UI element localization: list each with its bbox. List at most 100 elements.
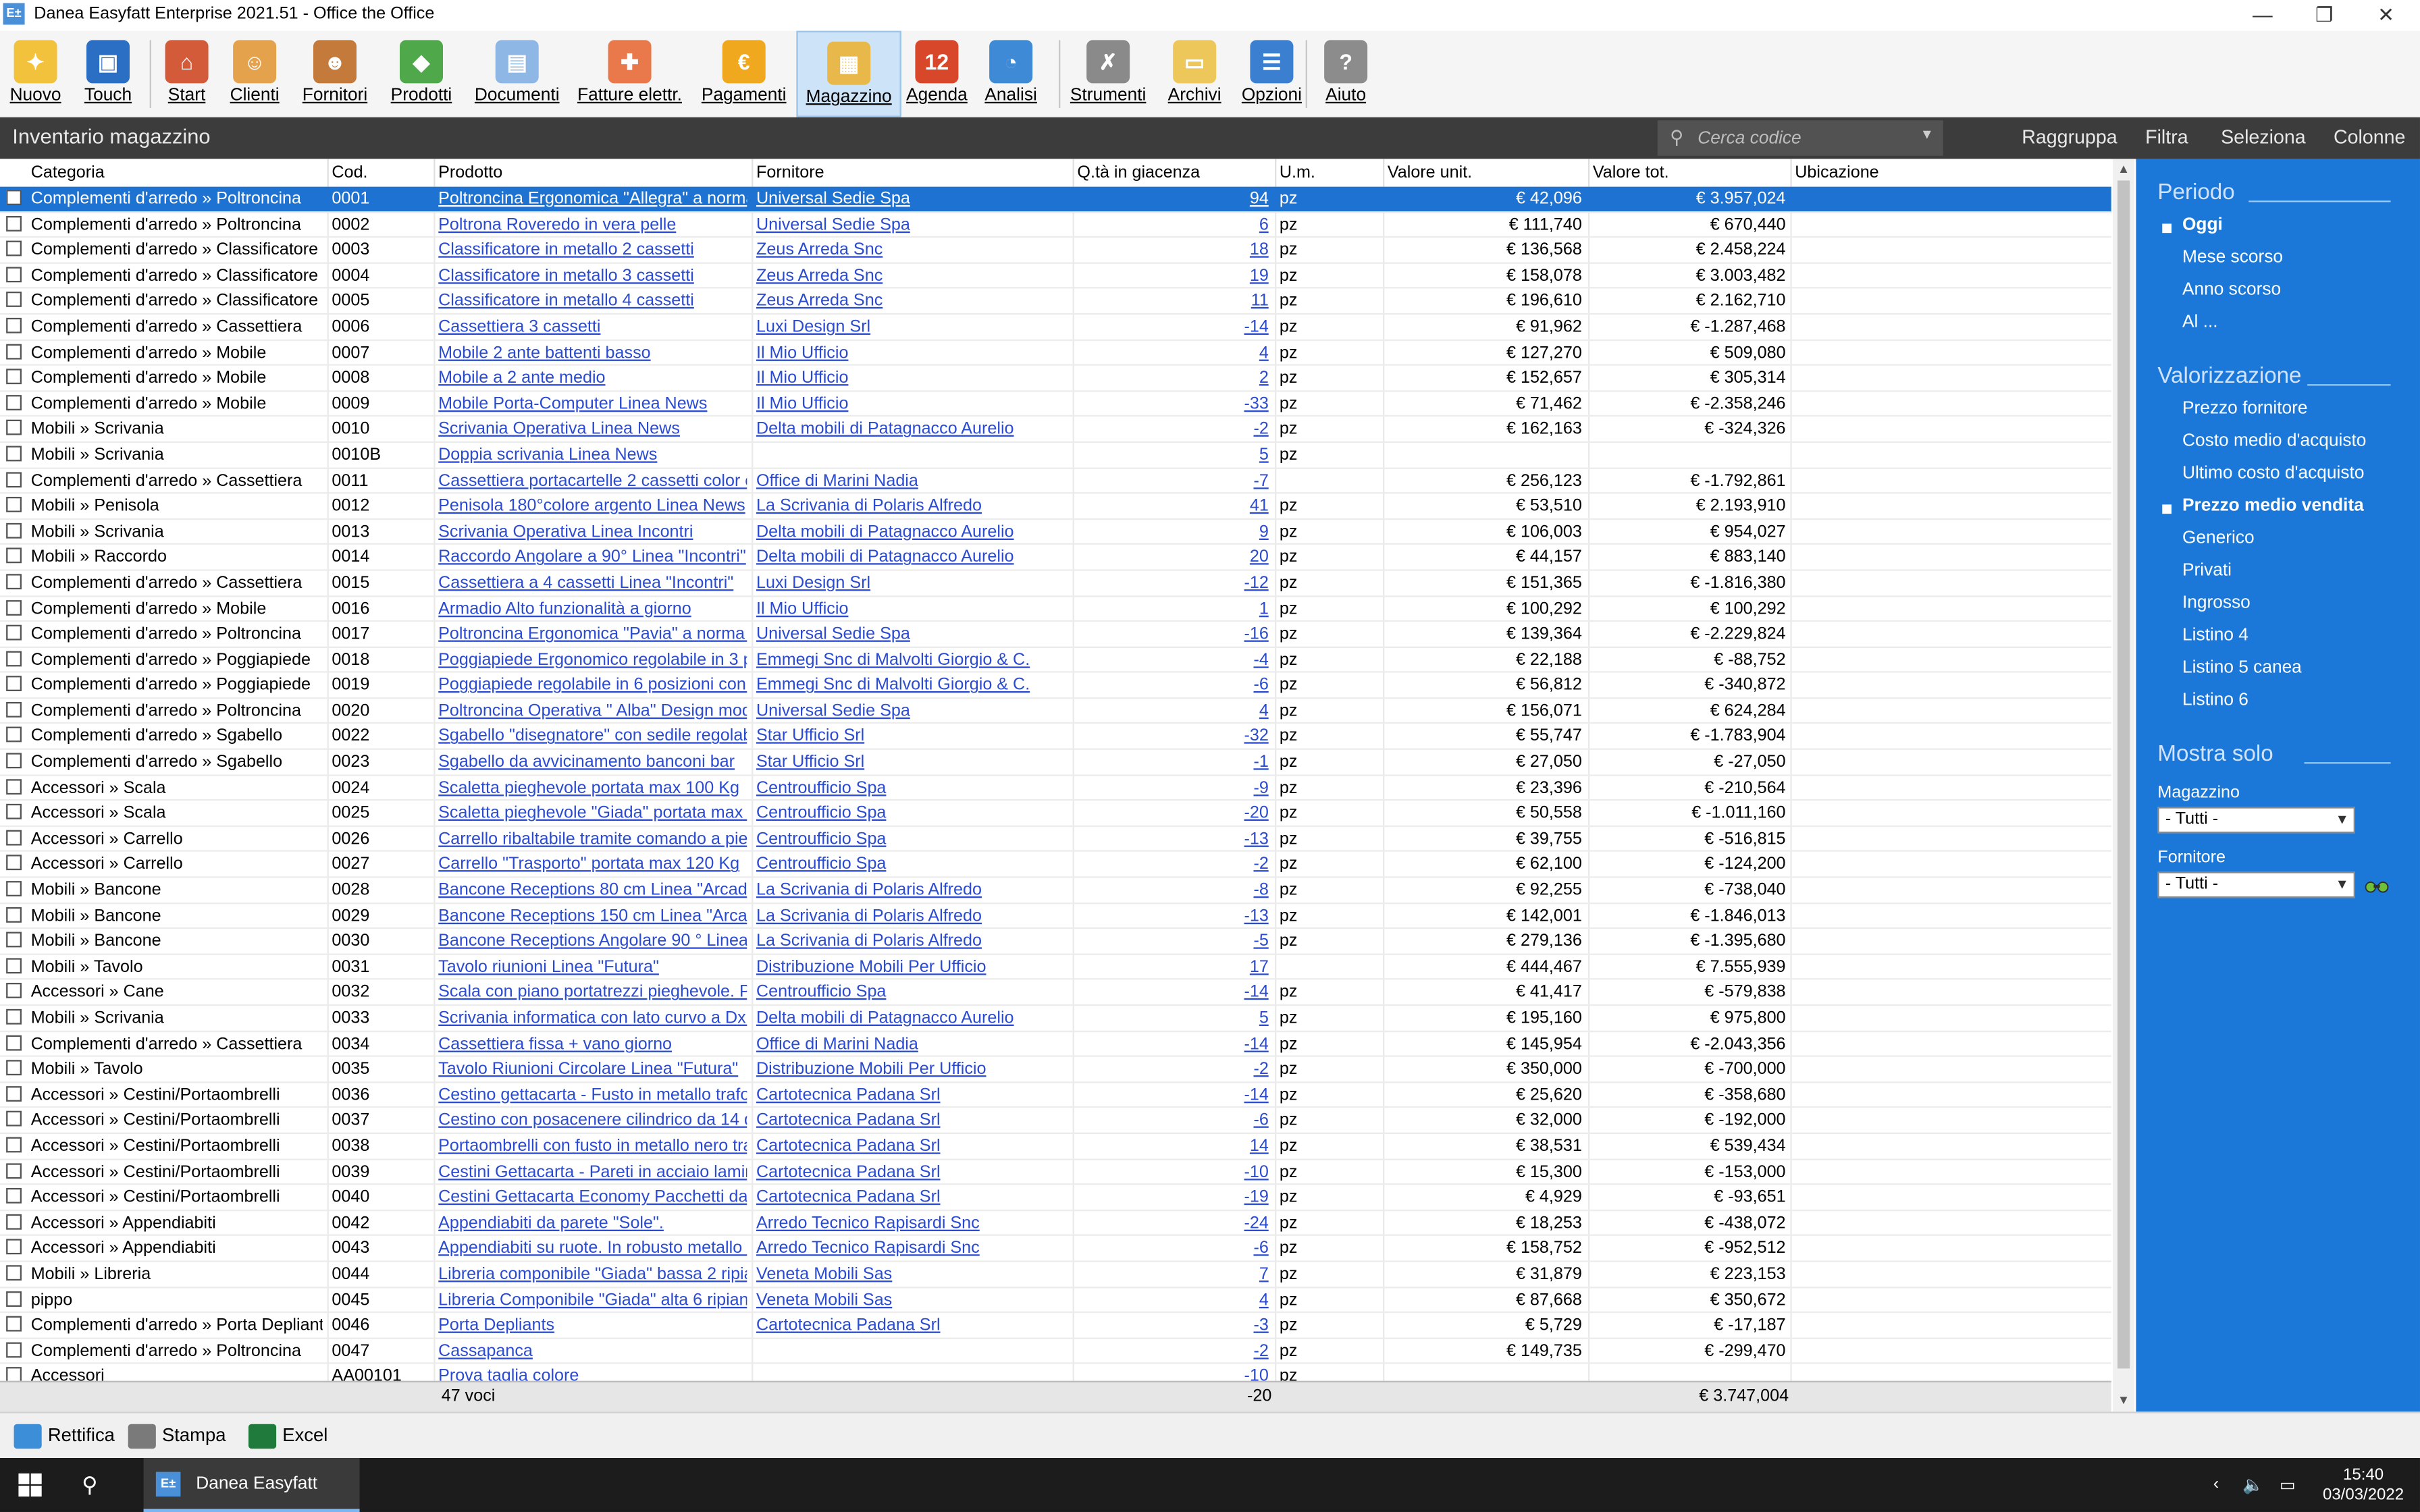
search-input[interactable] xyxy=(1694,125,1917,153)
table-row[interactable]: Complementi d'arredo » Classificatore 000… xyxy=(0,289,2111,315)
ribbon-start-button[interactable]: ⌂ Start xyxy=(159,31,214,117)
product-link[interactable]: Libreria Componibile "Giada" alta 6 ripi… xyxy=(438,1289,747,1311)
product-link[interactable]: Sgabello da avvicinamento banconi bar xyxy=(438,751,747,773)
valorizzazione-option[interactable]: Prezzo medio vendita xyxy=(2182,497,2364,515)
ribbon-pagamenti-button[interactable]: € Pagamenti xyxy=(698,31,790,117)
valorizzazione-option[interactable]: Listino 5 canea xyxy=(2182,659,2302,677)
table-row[interactable]: Complementi d'arredo » Cassettiera 0034 Ca… xyxy=(0,1031,2111,1058)
supplier-link[interactable]: Centroufficio Spa xyxy=(756,777,1068,799)
ribbon-aiuto-button[interactable]: ? Aiuto xyxy=(1318,31,1373,117)
supplier-link[interactable]: Star Ufficio Srl xyxy=(756,751,1068,773)
table-row[interactable]: Accessori » Cane 0032 Scala con piano port… xyxy=(0,980,2111,1006)
row-checkbox[interactable] xyxy=(6,471,22,487)
table-row[interactable]: Complementi d'arredo » Mobile 0009 Mobile … xyxy=(0,392,2111,417)
supplier-link[interactable]: Cartotecnica Padana Srl xyxy=(756,1135,1068,1157)
qty-link[interactable]: 5 xyxy=(1077,1008,1269,1029)
supplier-link[interactable]: Cartotecnica Padana Srl xyxy=(756,1161,1068,1183)
row-checkbox[interactable] xyxy=(6,369,22,385)
qty-link[interactable]: -8 xyxy=(1077,880,1268,901)
qty-link[interactable]: -14 xyxy=(1077,1084,1268,1106)
product-link[interactable]: Doppia scrivania Linea News xyxy=(438,444,747,466)
ribbon-fatture-elettr-button[interactable]: ✚ Fatture elettr. xyxy=(571,31,689,117)
valorizzazione-option[interactable]: Costo medio d'acquisto xyxy=(2182,432,2366,450)
table-row[interactable]: Mobili » Raccordo 0014 Raccordo Angolare a… xyxy=(0,545,2111,571)
row-checkbox[interactable] xyxy=(6,266,22,282)
table-row[interactable]: Accessori » Cestini/Portaombrelli 0040 Ces… xyxy=(0,1185,2111,1211)
supplier-link[interactable]: Luxi Design Srl xyxy=(756,316,1068,338)
product-link[interactable]: Bancone Receptions 80 cm Linea "Arcadia" xyxy=(438,880,747,901)
ribbon-agenda-button[interactable]: 12 Agenda xyxy=(904,31,969,117)
row-checkbox[interactable] xyxy=(6,522,22,539)
product-link[interactable]: Penisola 180°colore argento Linea News xyxy=(438,495,747,517)
table-row[interactable]: Accessori » Carrello 0027 Carrello "Traspo… xyxy=(0,853,2111,878)
ribbon-touch-button[interactable]: ▣ Touch xyxy=(80,31,136,117)
qty-link[interactable]: -32 xyxy=(1077,726,1268,747)
row-checkbox[interactable] xyxy=(6,932,22,948)
valorizzazione-option[interactable]: Generico xyxy=(2182,529,2255,547)
supplier-link[interactable]: Office di Marini Nadia xyxy=(756,470,1068,491)
supplier-link[interactable]: La Scrivania di Polaris Alfredo xyxy=(756,880,1068,901)
periodo-option[interactable]: Anno scorso xyxy=(2182,281,2281,299)
table-row[interactable]: Accessori » Appendiabiti 0043 Appendiabiti… xyxy=(0,1237,2111,1262)
product-link[interactable]: Carrello "Trasporto" portata max 120 Kg xyxy=(438,854,747,875)
supplier-link[interactable]: Zeus Arreda Snc xyxy=(756,265,1068,287)
qty-link[interactable]: 9 xyxy=(1077,521,1269,543)
row-checkbox[interactable] xyxy=(6,1034,22,1050)
table-row[interactable]: Mobili » Tavolo 0035 Tavolo Riunioni Circo… xyxy=(0,1057,2111,1083)
product-link[interactable]: Sgabello "disegnatore" con sedile regola… xyxy=(438,726,747,747)
column-header-6[interactable]: Valore unit. xyxy=(1388,163,1472,182)
product-link[interactable]: Poggiapiede regolabile in 6 posizioni co… xyxy=(438,674,747,696)
supplier-link[interactable]: Distribuzione Mobili Per Ufficio xyxy=(756,956,1068,978)
product-link[interactable]: Classificatore in metallo 3 cassetti xyxy=(438,265,747,287)
ribbon-clienti-button[interactable]: ☺ Clienti xyxy=(226,31,284,117)
product-link[interactable]: Prova taglia colore xyxy=(438,1366,747,1381)
supplier-link[interactable]: Arredo Tecnico Rapisardi Snc xyxy=(756,1238,1068,1260)
qty-link[interactable]: 11 xyxy=(1077,291,1269,313)
product-link[interactable]: Scrivania informatica con lato curvo a D… xyxy=(438,1008,747,1029)
product-link[interactable]: Poltroncina Ergonomica "Allegra" a norma… xyxy=(438,188,747,210)
column-header-0[interactable]: Categoria xyxy=(31,163,105,182)
qty-link[interactable]: 17 xyxy=(1077,956,1269,978)
table-row[interactable]: Complementi d'arredo » Cassettiera 0011 Ca… xyxy=(0,468,2111,494)
fornitore-select[interactable]: - Tutti - ▼ xyxy=(2157,871,2355,898)
product-link[interactable]: Porta Depliants xyxy=(438,1315,747,1336)
valorizzazione-option[interactable]: Listino 4 xyxy=(2182,626,2248,645)
column-header-3[interactable]: Fornitore xyxy=(756,163,824,182)
column-header-2[interactable]: Prodotto xyxy=(438,163,502,182)
row-checkbox[interactable] xyxy=(6,881,22,897)
table-row[interactable]: Mobili » Scrivania 0033 Scrivania informat… xyxy=(0,1006,2111,1032)
column-separator[interactable] xyxy=(327,159,329,187)
row-checkbox[interactable] xyxy=(6,753,22,769)
table-row[interactable]: Mobili » Scrivania 0010B Doppia scrivania … xyxy=(0,443,2111,468)
scroll-down-icon[interactable]: ▼ xyxy=(2113,1390,2134,1411)
valorizzazione-option[interactable]: Listino 6 xyxy=(2182,691,2248,709)
qty-link[interactable]: 18 xyxy=(1077,240,1269,261)
row-checkbox[interactable] xyxy=(6,983,22,999)
row-checkbox[interactable] xyxy=(6,497,22,513)
column-separator[interactable] xyxy=(1587,159,1590,187)
table-row[interactable]: Mobili » Bancone 0029 Bancone Receptions 1… xyxy=(0,904,2111,929)
product-link[interactable]: Scrivania Operativa Linea Incontri xyxy=(438,521,747,543)
table-row[interactable]: Complementi d'arredo » Mobile 0007 Mobile … xyxy=(0,340,2111,367)
table-row[interactable]: Accessori » Scala 0025 Scaletta pieghevole… xyxy=(0,801,2111,827)
filter-button[interactable]: Filtra xyxy=(2145,126,2188,148)
product-link[interactable]: Armadio Alto funzionalità a giorno xyxy=(438,598,747,620)
periodo-option[interactable]: Mese scorso xyxy=(2182,248,2283,267)
qty-link[interactable]: -3 xyxy=(1077,1315,1268,1336)
qty-link[interactable]: -19 xyxy=(1077,1187,1268,1208)
volume-icon[interactable]: 🔈 xyxy=(2242,1475,2263,1494)
periodo-option[interactable]: Al ... xyxy=(2182,313,2218,331)
row-checkbox[interactable] xyxy=(6,855,22,871)
product-link[interactable]: Poltroncina Ergonomica "Pavia" a norma 6… xyxy=(438,624,747,645)
supplier-link[interactable]: Delta mobili di Patagnacco Aurelio xyxy=(756,1008,1068,1029)
qty-link[interactable]: -16 xyxy=(1077,624,1268,645)
row-checkbox[interactable] xyxy=(6,1188,22,1204)
supplier-link[interactable]: Universal Sedie Spa xyxy=(756,624,1068,645)
row-checkbox[interactable] xyxy=(6,1214,22,1230)
columns-button[interactable]: Colonne xyxy=(2334,126,2405,148)
column-header-4[interactable]: Q.tà in giacenza xyxy=(1077,163,1200,182)
select-button[interactable]: Seleziona xyxy=(2221,126,2305,148)
supplier-link[interactable]: Delta mobili di Patagnacco Aurelio xyxy=(756,521,1068,543)
row-checkbox[interactable] xyxy=(6,317,22,333)
qty-link[interactable]: -33 xyxy=(1077,393,1268,414)
